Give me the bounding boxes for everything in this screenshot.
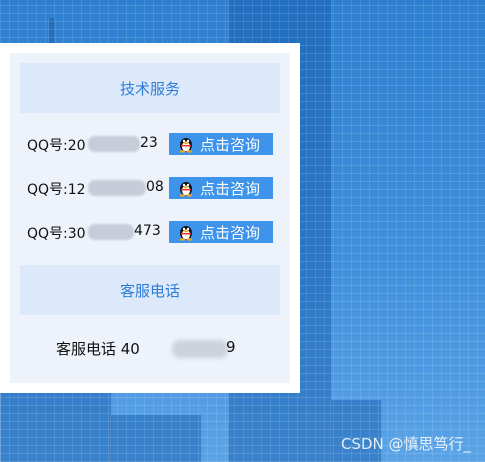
qq-number-suffix: 473: [134, 223, 161, 239]
qq-contact-row: QQ号:12 08 点击咨询: [10, 176, 290, 200]
qq-number-prefix: QQ号:20: [27, 138, 86, 154]
watermark: CSDN @慎思笃行_: [340, 435, 471, 453]
consult-button-label: 点击咨询: [200, 179, 261, 198]
qq-number-suffix: 23: [140, 135, 158, 151]
qq-number-redaction: [88, 136, 140, 152]
phone-number-redaction: [172, 340, 228, 358]
consult-button-label: 点击咨询: [200, 135, 261, 154]
qq-number-prefix: QQ号:12: [27, 182, 86, 198]
qq-number-suffix: 08: [146, 179, 164, 195]
contact-panel-inner: 技术服务 QQ号:20 23 点击咨询 QQ号:12 08 点击咨询 QQ号:3…: [10, 53, 290, 383]
consult-button[interactable]: 点击咨询: [169, 177, 273, 199]
tech-service-title: 技术服务: [119, 79, 180, 98]
qq-number-redaction: [88, 224, 134, 240]
qq-contact-row: QQ号:30 473 点击咨询: [10, 220, 290, 244]
qq-penguin-icon: [175, 221, 197, 243]
customer-phone-header: 客服电话: [20, 265, 280, 315]
qq-penguin-icon: [175, 133, 197, 155]
phone-number-prefix: 客服电话 40: [56, 340, 140, 358]
qq-number-redaction: [88, 180, 146, 196]
qq-number-prefix: QQ号:30: [27, 226, 86, 242]
consult-button[interactable]: 点击咨询: [169, 221, 273, 243]
consult-button[interactable]: 点击咨询: [169, 133, 273, 155]
tech-service-header: 技术服务: [20, 63, 280, 113]
phone-number-suffix: 9: [226, 338, 236, 356]
qq-penguin-icon: [175, 177, 197, 199]
qq-contact-row: QQ号:20 23 点击咨询: [10, 132, 290, 156]
consult-button-label: 点击咨询: [200, 223, 261, 242]
customer-phone-title: 客服电话: [119, 281, 180, 300]
contact-panel: 技术服务 QQ号:20 23 点击咨询 QQ号:12 08 点击咨询 QQ号:3…: [0, 43, 300, 393]
